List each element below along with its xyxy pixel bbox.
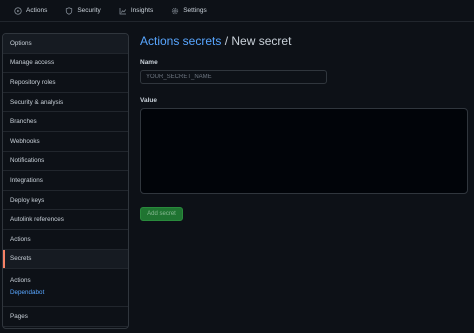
secret-value-textarea[interactable]	[140, 108, 468, 194]
nav-label: Security	[77, 7, 101, 14]
sidebar-subitem-dependabot[interactable]: Dependabot	[10, 287, 128, 299]
name-label: Name	[140, 59, 158, 66]
breadcrumb-separator: /	[221, 34, 232, 48]
play-circle-icon	[14, 6, 22, 15]
sidebar-item-integrations[interactable]: Integrations	[3, 171, 128, 191]
sidebar-item-branches[interactable]: Branches	[3, 112, 128, 132]
sidebar-item-webhooks[interactable]: Webhooks	[3, 132, 128, 152]
nav-actions[interactable]: Actions	[14, 6, 48, 15]
add-secret-button[interactable]: Add secret	[140, 207, 183, 221]
sidebar-item-security-analysis[interactable]: Security & analysis	[3, 93, 128, 113]
nav-security[interactable]: Security	[65, 6, 101, 15]
nav-insights[interactable]: Insights	[119, 7, 153, 15]
settings-sidebar: Options Manage access Repository roles S…	[2, 33, 129, 329]
nav-label: Settings	[183, 7, 207, 14]
sidebar-item-pages[interactable]: Pages	[3, 307, 128, 327]
sidebar-item-autolink-references[interactable]: Autolink references	[3, 210, 128, 230]
sidebar-item-manage-access[interactable]: Manage access	[3, 54, 128, 74]
sidebar-item-options[interactable]: Options	[3, 34, 128, 54]
sidebar-item-deploy-keys[interactable]: Deploy keys	[3, 191, 128, 211]
shield-icon	[65, 6, 73, 15]
nav-settings[interactable]: Settings	[171, 7, 207, 15]
page-title: Actions secrets / New secret	[140, 34, 291, 48]
repo-nav: Actions Security Insights Settings	[0, 0, 474, 22]
page-heading: New secret	[231, 34, 292, 48]
nav-label: Insights	[130, 7, 154, 14]
sidebar-item-repository-roles[interactable]: Repository roles	[3, 73, 128, 93]
gear-icon	[171, 7, 179, 15]
sidebar-item-notifications[interactable]: Notifications	[3, 152, 128, 172]
sidebar-subitem-actions[interactable]: Actions	[10, 275, 128, 287]
nav-label: Actions	[26, 7, 48, 14]
graph-icon	[119, 7, 127, 15]
sidebar-item-secrets[interactable]: Secrets	[3, 249, 128, 270]
sidebar-subgroup-secrets: Actions Dependabot	[3, 269, 128, 308]
value-label: Value	[140, 97, 157, 104]
breadcrumb-actions-secrets[interactable]: Actions secrets	[140, 34, 221, 48]
secret-name-input[interactable]	[140, 70, 327, 84]
sidebar-item-actions[interactable]: Actions	[3, 230, 128, 250]
